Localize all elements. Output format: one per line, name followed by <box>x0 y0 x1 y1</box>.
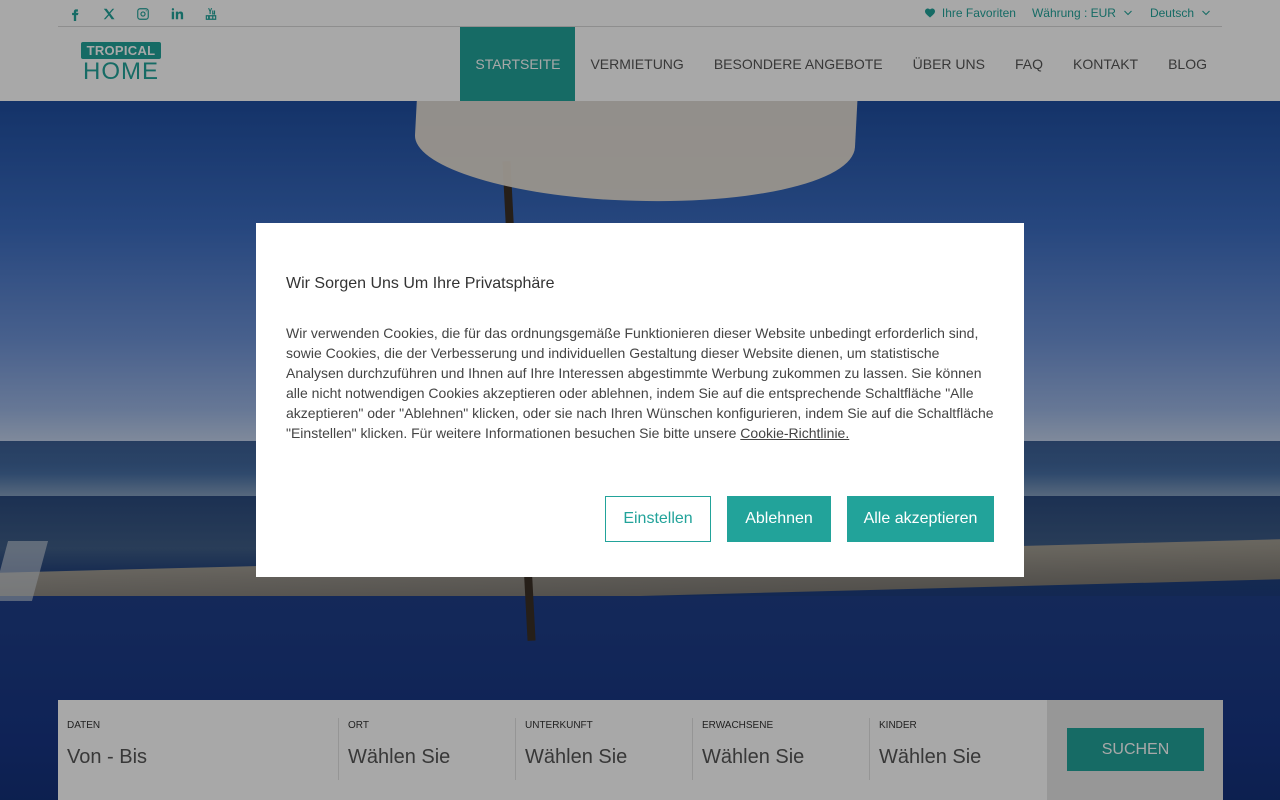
cookie-dialog-body: Wir verwenden Cookies, die für das ordnu… <box>286 325 994 441</box>
settings-button[interactable]: Einstellen <box>605 496 711 542</box>
cookie-dialog-text: Wir verwenden Cookies, die für das ordnu… <box>286 323 996 443</box>
reject-button[interactable]: Ablehnen <box>727 496 831 542</box>
cookie-policy-link[interactable]: Cookie-Richtlinie. <box>740 425 849 441</box>
cookie-consent-dialog: Wir Sorgen Uns Um Ihre Privatsphäre Wir … <box>256 223 1024 577</box>
cookie-dialog-actions: Einstellen Ablehnen Alle akzeptieren <box>605 496 994 542</box>
cookie-dialog-title: Wir Sorgen Uns Um Ihre Privatsphäre <box>286 275 555 292</box>
accept-all-button[interactable]: Alle akzeptieren <box>847 496 994 542</box>
